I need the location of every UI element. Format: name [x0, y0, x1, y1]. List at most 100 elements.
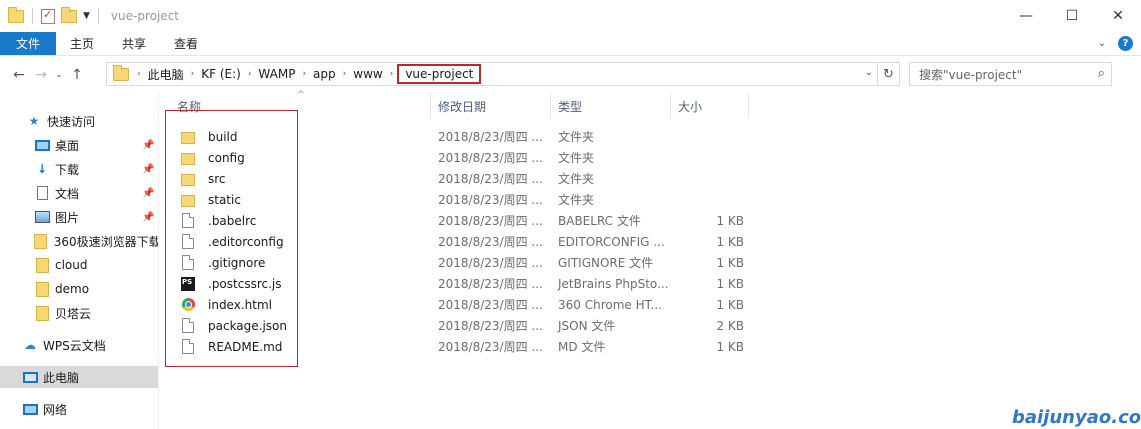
close-button[interactable]: ✕ [1095, 0, 1141, 32]
search-placeholder: 搜索"vue-project" [919, 67, 1023, 82]
file-date: 2018/8/23/周四 ... [438, 130, 543, 144]
sidebar-item-label: 此电脑 [43, 370, 80, 385]
sidebar-item-network[interactable]: 网络 [0, 398, 158, 420]
file-type: BABELRC 文件 [558, 214, 641, 228]
sidebar-item-label: WPS云文档 [43, 338, 106, 353]
customize-toolbar-icon[interactable]: ▼ [83, 11, 90, 21]
sidebar-item-label: 贝塔云 [55, 306, 92, 321]
sidebar-item-label: 文档 [55, 186, 80, 201]
address-bar[interactable]: › 此电脑 › KF (E:) › WAMP › app › www › vue… [106, 62, 900, 86]
minimize-button[interactable]: — [1003, 0, 1049, 32]
file-type: JSON 文件 [558, 319, 616, 333]
tab-file[interactable]: 文件 [0, 32, 56, 55]
chevron-right-icon[interactable]: › [300, 69, 308, 79]
chevron-down-icon[interactable]: ⌄ [1098, 38, 1106, 49]
network-icon [22, 403, 38, 415]
search-input[interactable]: 搜索"vue-project" ⌕ [909, 62, 1112, 86]
address-dropdown-icon[interactable]: ⌄ [865, 67, 873, 78]
window-title: vue-project [110, 9, 179, 23]
sidebar-item-quick-access[interactable]: ★ 快速访问 [0, 110, 158, 132]
properties-icon[interactable] [41, 8, 55, 24]
window-controls: — ☐ ✕ [1003, 0, 1141, 32]
navigation-pane: ★ 快速访问 桌面 📌 ↓ 下载 📌 文档 📌 图片 📌 360极速浏览器下载 … [0, 104, 158, 429]
recent-locations-icon[interactable]: ⌄ [52, 70, 66, 80]
sidebar-item-documents[interactable]: 文档 📌 [0, 182, 158, 204]
help-icon[interactable]: ? [1118, 36, 1133, 51]
breadcrumb-current[interactable]: vue-project [397, 64, 482, 84]
column-header-type[interactable]: 类型 [551, 94, 671, 118]
file-date: 2018/8/23/周四 ... [438, 256, 543, 270]
folder-icon [113, 64, 129, 81]
chevron-right-icon[interactable]: › [341, 69, 349, 79]
sidebar-item-this-pc[interactable]: 此电脑 [0, 366, 158, 388]
file-date: 2018/8/23/周四 ... [438, 340, 543, 354]
refresh-icon[interactable]: ↻ [877, 63, 899, 85]
sidebar-item-cloud[interactable]: cloud [0, 254, 158, 276]
sidebar-item-downloads[interactable]: ↓ 下载 📌 [0, 158, 158, 180]
divider [32, 8, 33, 24]
column-header-date[interactable]: 修改日期 [431, 94, 551, 118]
file-date: 2018/8/23/周四 ... [438, 193, 543, 207]
file-type: 文件夹 [558, 172, 595, 186]
pin-icon: 📌 [142, 211, 155, 223]
sidebar-item-label: 网络 [43, 402, 68, 417]
sidebar-item-pictures[interactable]: 图片 📌 [0, 206, 158, 228]
chevron-right-icon[interactable]: › [135, 69, 143, 79]
computer-icon [22, 371, 38, 383]
back-arrow-icon[interactable]: ← [8, 67, 30, 83]
file-date: 2018/8/23/周四 ... [438, 319, 543, 333]
file-type: JetBrains PhpSto... [558, 276, 669, 291]
sidebar-item-label: cloud [55, 258, 88, 272]
sidebar-item-desktop[interactable]: 桌面 📌 [0, 134, 158, 156]
chevron-right-icon[interactable]: › [388, 69, 396, 79]
file-date: 2018/8/23/周四 ... [438, 172, 543, 186]
file-type: 文件夹 [558, 151, 595, 165]
tab-share[interactable]: 共享 [108, 32, 160, 55]
chevron-right-icon[interactable]: › [246, 69, 254, 79]
pin-icon: 📌 [142, 163, 155, 175]
document-icon [36, 186, 48, 200]
chevron-right-icon[interactable]: › [189, 69, 197, 79]
breadcrumb-item[interactable]: WAMP [253, 67, 300, 81]
tab-view[interactable]: 查看 [160, 32, 212, 55]
star-icon: ★ [28, 114, 40, 128]
ribbon-tabs: 文件 主页 共享 查看 ⌄ ? [0, 32, 1141, 56]
file-type: GITIGNORE 文件 [558, 256, 654, 270]
new-folder-icon[interactable] [61, 6, 77, 23]
navigation-bar: ← → ⌄ ↑ › 此电脑 › KF (E:) › WAMP › app › w… [0, 62, 1141, 88]
tab-home[interactable]: 主页 [56, 32, 108, 55]
search-icon[interactable]: ⌕ [1098, 66, 1105, 81]
pane-divider[interactable] [158, 92, 159, 429]
breadcrumb-item[interactable]: app [308, 67, 341, 81]
breadcrumb: › 此电脑 › KF (E:) › WAMP › app › www › vue… [107, 64, 482, 84]
download-icon: ↓ [36, 162, 48, 176]
breadcrumb-item[interactable]: KF (E:) [196, 67, 246, 81]
file-size: 1 KB [716, 255, 744, 270]
up-arrow-icon[interactable]: ↑ [66, 67, 88, 83]
folder-icon [34, 233, 48, 249]
file-size: 1 KB [716, 339, 744, 354]
file-type: EDITORCONFIG ... [558, 234, 665, 249]
file-type: 360 Chrome HT... [558, 297, 662, 312]
file-date: 2018/8/23/周四 ... [438, 298, 543, 312]
column-header-size[interactable]: 大小 [671, 94, 749, 118]
file-type: 文件夹 [558, 130, 595, 144]
sidebar-item-label: 360极速浏览器下载 [53, 234, 159, 249]
maximize-button[interactable]: ☐ [1049, 0, 1095, 32]
breadcrumb-item[interactable]: www [348, 67, 387, 81]
pin-icon: 📌 [142, 187, 155, 199]
sidebar-item-demo[interactable]: demo [0, 278, 158, 300]
highlight-box [165, 110, 298, 367]
cloud-icon: ☁ [24, 338, 36, 352]
divider [97, 8, 99, 24]
file-size: 1 KB [716, 234, 744, 249]
sidebar-item-360-downloads[interactable]: 360极速浏览器下载 [0, 230, 158, 252]
file-size: 1 KB [716, 213, 744, 228]
breadcrumb-item[interactable]: 此电脑 [143, 66, 189, 83]
file-date: 2018/8/23/周四 ... [438, 151, 543, 165]
file-size: 2 KB [716, 318, 744, 333]
sidebar-item-beta-cloud[interactable]: 贝塔云 [0, 302, 158, 324]
sidebar-item-wps-cloud[interactable]: ☁ WPS云文档 [0, 334, 158, 356]
forward-arrow-icon[interactable]: → [30, 67, 52, 83]
folder-icon [8, 6, 24, 23]
